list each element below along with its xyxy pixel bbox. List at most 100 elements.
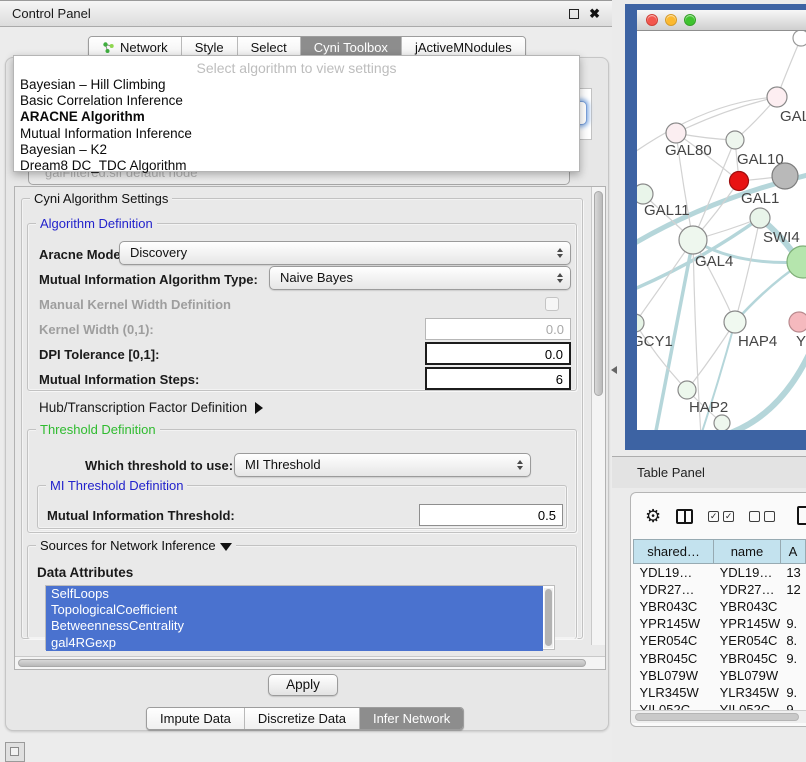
table-row[interactable]: YLR345WYLR345W9. [634,684,806,701]
table-body: YDL19…YDL19…13YDR27…YDR27…12YBR043CYBR04… [634,564,806,719]
cyni-settings-scrollpane: Cyni Algorithm Settings Algorithm Defini… [14,186,606,670]
columns-icon[interactable] [676,509,693,524]
zoom-window-icon[interactable] [684,14,696,26]
algorithm-option[interactable]: Bayesian – Hill Climbing [14,77,579,93]
table-horizontal-scrollbar[interactable] [631,710,806,723]
group-title: MI Threshold Definition [46,478,187,493]
algorithm-option[interactable]: Bayesian – K2 [14,142,579,158]
which-threshold-combo[interactable]: MI Threshold [234,453,531,477]
table-header-row: shared…nameA [634,540,806,564]
float-panel-icon[interactable] [569,9,579,19]
algorithm-dropdown-list: Select algorithm to view settings Bayesi… [13,55,580,172]
list-item-selected[interactable]: SelfLoops [46,586,543,602]
network-node[interactable] [637,314,644,332]
tab-impute-data[interactable]: Impute Data [147,708,245,729]
table-row[interactable]: YPR145WYPR145W9. [634,615,806,632]
restore-panel-icon[interactable] [5,742,25,762]
network-node-label: GAL80 [665,142,712,159]
combo-spinner-icon [557,248,563,258]
network-node[interactable] [637,184,653,204]
mi-threshold-field[interactable]: 0.5 [419,504,563,526]
dpi-tolerance-label: DPI Tolerance [0,1]: [39,347,159,362]
tab-infer-network[interactable]: Infer Network [360,708,463,729]
manual-kernel-label: Manual Kernel Width Definition [39,297,231,312]
group-title: Sources for Network Inference [36,538,236,553]
network-node-label: GAL1 [741,190,779,207]
splitter-grip-icon[interactable] [611,366,617,374]
network-edge[interactable] [687,322,735,390]
table-row[interactable]: YER054CYER054C8. [634,632,806,649]
algorithm-option[interactable]: Dream8 DC_TDC Algorithm [14,158,579,174]
network-node[interactable] [679,226,707,254]
network-node[interactable] [724,311,746,333]
expand-arrow-icon [255,402,263,414]
table-row[interactable]: YBR043CYBR043C [634,598,806,615]
minimize-window-icon[interactable] [665,14,677,26]
table-row[interactable]: YDL19…YDL19…13 [634,564,806,581]
table-column-header[interactable]: A [780,540,805,564]
apply-button[interactable]: Apply [268,674,338,696]
group-title: Threshold Definition [36,422,160,437]
select-all-checks-icon[interactable]: ✓✓ [708,511,734,522]
list-item-selected[interactable]: BetweennessCentrality [46,618,543,634]
close-panel-icon[interactable]: ✖ [589,9,600,19]
list-scrollbar[interactable] [544,588,553,648]
manual-kernel-checkbox[interactable] [545,297,559,311]
network-node-label: GAL4 [695,253,733,270]
list-item-selected[interactable]: TopologicalCoefficient [46,602,543,618]
network-icon [102,41,115,54]
network-node[interactable] [666,123,686,143]
settings-horizontal-scrollbar[interactable] [15,656,606,669]
list-item-selected[interactable]: gal4RGexp [46,635,543,651]
network-node[interactable] [793,31,806,46]
settings-vertical-scrollbar[interactable] [591,187,605,645]
hub-definition-toggle[interactable]: Hub/Transcription Factor Definition [39,400,263,415]
network-node[interactable] [789,312,806,332]
close-window-icon[interactable] [646,14,658,26]
table-column-header[interactable]: shared… [634,540,714,564]
node-table[interactable]: shared…nameA YDL19…YDL19…13YDR27…YDR27…1… [633,539,806,718]
algorithm-option[interactable]: Mutual Information Inference [14,126,579,142]
network-node[interactable] [678,381,696,399]
table-row[interactable]: YDR27…YDR27…12 [634,581,806,598]
network-node[interactable] [772,163,798,189]
combo-spinner-icon [517,460,523,470]
cyni-bottom-tabs: Impute Data Discretize Data Infer Networ… [146,707,464,730]
network-node[interactable] [726,131,744,149]
mi-algorithm-type-combo[interactable]: Naive Bayes [269,266,571,290]
data-attributes-label: Data Attributes [37,565,133,580]
network-node-label: GAL [780,108,806,125]
algorithm-option[interactable]: Basic Correlation Inference [14,93,579,109]
table-column-header[interactable]: name [714,540,781,564]
network-graph: GALGAL80GAL10GAL1SWI4GAL11GAL4GCY1HAP4YH… [637,31,806,430]
dpi-tolerance-field[interactable]: 0.0 [425,342,571,365]
aracne-mode-combo[interactable]: Discovery [119,241,571,265]
dropdown-prompt: Select algorithm to view settings [14,56,579,77]
network-window: GALGAL80GAL10GAL1SWI4GAL11GAL4GCY1HAP4YH… [637,10,806,430]
table-toolbar: ⚙ ✓✓ [631,493,806,539]
aracne-mode-label: Aracne Mode: [39,247,125,262]
network-canvas[interactable]: GALGAL80GAL10GAL1SWI4GAL11GAL4GCY1HAP4YH… [637,31,806,430]
algorithm-option-selected[interactable]: ARACNE Algorithm [14,109,579,125]
collapse-arrow-icon [220,543,232,551]
network-node-label: HAP2 [689,399,728,416]
table-row[interactable]: YBR045CYBR045C9. [634,649,806,666]
network-node[interactable] [767,87,787,107]
mi-type-label: Mutual Information Algorithm Type: [39,272,258,287]
network-node[interactable] [730,172,749,191]
table-panel-title: Table Panel [637,465,705,480]
mi-steps-label: Mutual Information Steps: [39,372,199,387]
network-node-label: GCY1 [637,333,673,350]
file-icon[interactable] [797,506,806,525]
gear-icon[interactable]: ⚙ [645,507,661,525]
table-row[interactable]: YBL079WYBL079W [634,667,806,684]
kernel-width-field[interactable]: 0.0 [425,318,571,340]
network-node[interactable] [714,415,730,430]
mi-steps-field[interactable]: 6 [425,367,571,390]
tab-discretize-data[interactable]: Discretize Data [245,708,360,729]
network-node[interactable] [750,208,770,228]
data-attributes-list[interactable]: SelfLoops TopologicalCoefficient Between… [45,585,555,650]
network-node-label: HAP4 [738,333,777,350]
deselect-all-checks-icon[interactable] [749,511,775,522]
network-node-label: GAL11 [644,202,690,219]
